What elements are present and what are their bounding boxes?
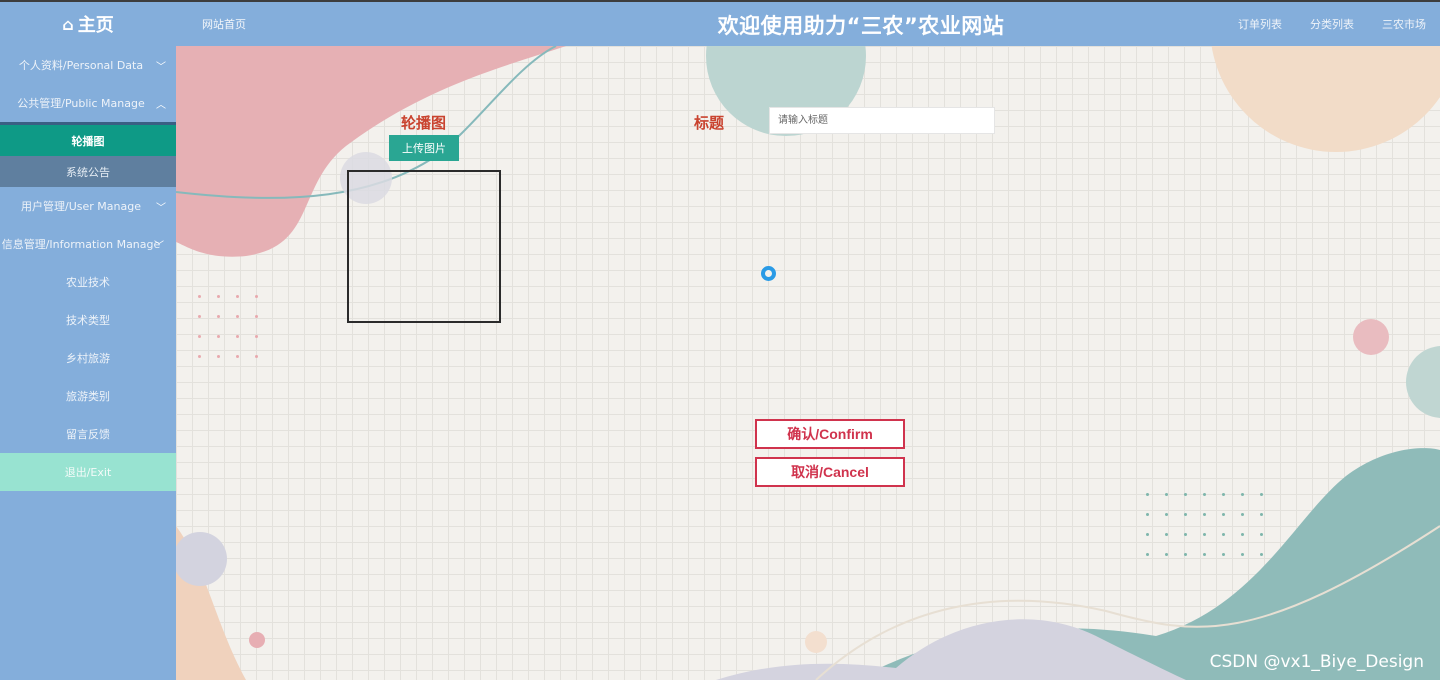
sidebar-item-label: 农业技术 [66,276,110,289]
sidebar-item-label: 系统公告 [66,165,110,179]
image-preview [347,170,501,323]
sidebar-item-personal-data[interactable]: 个人资料/Personal Data ﹀ [0,46,176,84]
title-input[interactable] [769,107,995,134]
title-label: 标题 [694,114,725,132]
sidebar-item-label: 信息管理/Information Manage [1,238,161,251]
sidebar-item-tourism-category[interactable]: 旅游类别 [0,377,176,415]
sidebar-item-public-manage[interactable]: 公共管理/Public Manage ︿ [0,84,176,122]
top-nav: 订单列表 分类列表 三农市场 [1224,16,1440,32]
sidebar-item-information-manage[interactable]: 信息管理/Information Manage ﹀ [0,225,176,263]
sidebar-item-feedback[interactable]: 留言反馈 [0,415,176,453]
dot-pattern [198,295,274,358]
chevron-down-icon: ﹀ [154,240,164,252]
sidebar-item-label: 轮播图 [71,134,105,148]
dot-pattern [1146,493,1279,556]
sidebar-item-user-manage[interactable]: 用户管理/User Manage ﹀ [0,187,176,225]
cancel-button[interactable]: 取消/Cancel [755,457,905,487]
sidebar-item-agri-tech[interactable]: 农业技术 [0,263,176,301]
sidebar-item-label: 旅游类别 [66,390,110,403]
watermark: CSDN @vx1_Biye_Design [1209,652,1424,672]
loading-spinner-icon [761,266,776,281]
sidebar-item-label: 用户管理/User Manage [21,200,141,213]
sidebar-item-label: 技术类型 [66,314,110,327]
content-area [176,46,1440,680]
nav-order-list[interactable]: 订单列表 [1224,16,1296,32]
nav-market[interactable]: 三农市场 [1368,16,1440,32]
confirm-button[interactable]: 确认/Confirm [755,419,905,449]
upload-image-button[interactable]: 上传图片 [389,135,459,161]
sidebar: 个人资料/Personal Data ﹀ 公共管理/Public Manage … [0,46,176,680]
sidebar-item-announcement[interactable]: 系统公告 [0,156,176,187]
carousel-label: 轮播图 [401,114,447,132]
sidebar-item-carousel[interactable]: 轮播图 [0,122,176,156]
sidebar-item-label: 公共管理/Public Manage [17,97,145,110]
top-bar: ⌂ 主页 网站首页 欢迎使用助力“三农”农业网站 订单列表 分类列表 三农市场 [0,0,1440,46]
background-decoration [176,46,1440,680]
nav-category-list[interactable]: 分类列表 [1296,16,1368,32]
sidebar-item-rural-tourism[interactable]: 乡村旅游 [0,339,176,377]
sidebar-item-tech-type[interactable]: 技术类型 [0,301,176,339]
sidebar-item-label: 乡村旅游 [66,352,110,365]
chevron-down-icon: ﹀ [156,202,166,214]
sidebar-item-label: 退出/Exit [64,466,112,479]
chevron-up-icon: ︿ [156,99,166,111]
chevron-down-icon: ﹀ [156,61,166,73]
sidebar-item-exit[interactable]: 退出/Exit [0,453,176,491]
sidebar-item-label: 留言反馈 [66,428,110,441]
sidebar-item-label: 个人资料/Personal Data [18,59,144,72]
